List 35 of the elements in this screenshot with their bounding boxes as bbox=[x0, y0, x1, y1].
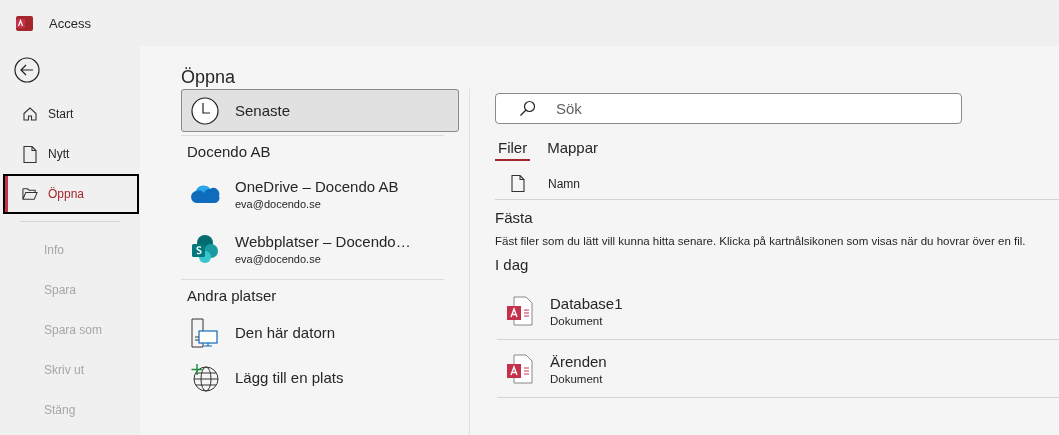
access-file-icon bbox=[505, 295, 535, 326]
file-row[interactable]: Database1 Dokument bbox=[497, 282, 1059, 340]
recent-button[interactable]: Senaste bbox=[181, 89, 459, 132]
section-heading: Docendo AB bbox=[187, 143, 271, 160]
clock-icon bbox=[191, 96, 219, 125]
globe-add-icon bbox=[190, 362, 220, 393]
section-heading: Andra platser bbox=[187, 287, 277, 304]
nav-item[interactable]: Nytt bbox=[3, 134, 139, 174]
location-item[interactable]: OneDrive – Docendo AB eva@docendo.se bbox=[181, 166, 459, 221]
back-button[interactable] bbox=[14, 57, 40, 83]
computer-icon bbox=[190, 317, 220, 348]
app-logo-icon bbox=[16, 14, 33, 32]
tab[interactable]: Mappar bbox=[544, 137, 602, 161]
access-file-icon bbox=[505, 353, 535, 384]
hint-text: Fäst filer som du lätt vill kunna hitta senare. Klicka på kartnålsikonen som visas när du hovrar över en fil. bbox=[495, 235, 1027, 247]
folder-icon bbox=[22, 187, 38, 201]
app-title: Access bbox=[49, 15, 91, 31]
tab[interactable]: Filer bbox=[495, 137, 531, 161]
nav-item[interactable]: Start bbox=[3, 94, 139, 134]
column-header[interactable]: Namn bbox=[548, 176, 580, 191]
document-icon bbox=[23, 145, 37, 163]
sites-icon bbox=[190, 233, 220, 264]
file-type-icon bbox=[511, 175, 525, 192]
nav-item[interactable]: Öppna bbox=[3, 174, 139, 214]
search-field[interactable]: Sök bbox=[495, 93, 962, 124]
location-item[interactable]: Den här datorn bbox=[181, 310, 459, 355]
home-icon bbox=[22, 106, 38, 122]
page-title: Öppna bbox=[181, 66, 237, 89]
section-heading: Fästa bbox=[495, 209, 534, 226]
cloud-icon bbox=[190, 183, 220, 204]
file-row[interactable]: Ärenden Dokument bbox=[497, 340, 1059, 398]
location-item[interactable]: Webbplatser – Docendo… eva@docendo.se bbox=[181, 221, 459, 276]
section-heading: I dag bbox=[495, 256, 530, 273]
location-item[interactable]: Lägg till en plats bbox=[181, 355, 459, 400]
search-icon bbox=[519, 100, 536, 117]
